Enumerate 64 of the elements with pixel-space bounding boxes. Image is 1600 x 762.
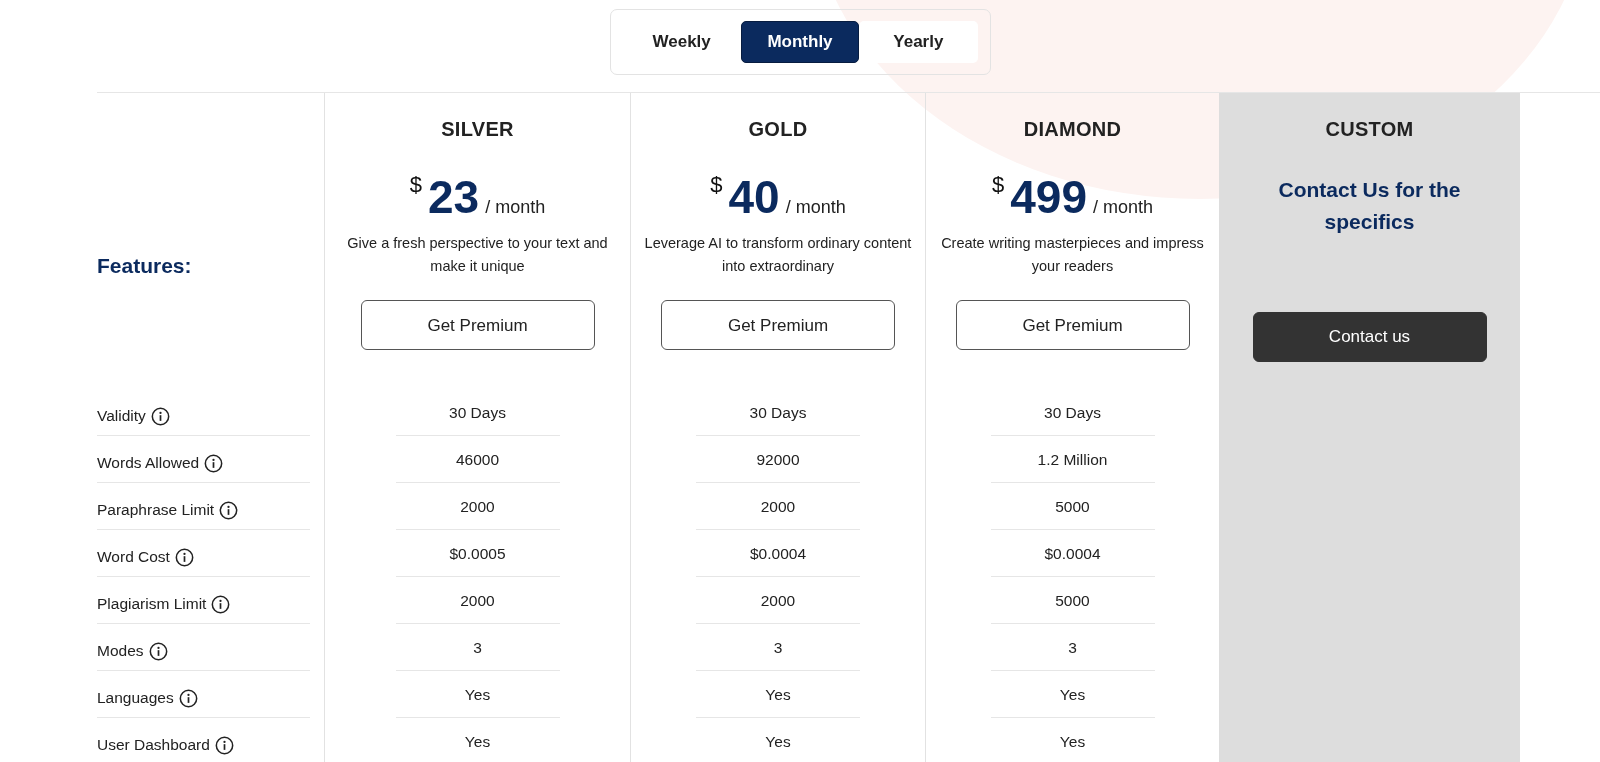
info-icon[interactable] — [148, 641, 168, 661]
currency-symbol: $ — [710, 174, 723, 196]
billing-tab[interactable]: Yearly — [859, 21, 978, 63]
plan-name: DIAMOND — [1023, 117, 1122, 142]
feature-value: Yes — [395, 671, 560, 718]
feature-value: 5000 — [990, 483, 1155, 530]
info-icon[interactable] — [219, 500, 239, 520]
plan-description: Give a fresh perspective to your text and make it unique — [346, 234, 609, 277]
feature-value: 1.2 Million — [990, 436, 1155, 483]
feature-label: User Dashboard — [97, 735, 210, 756]
plan-name: CUSTOM — [1325, 117, 1414, 142]
plan-name: GOLD — [748, 117, 808, 142]
feature-value: Yes — [990, 671, 1155, 718]
feature-value: Yes — [395, 718, 560, 762]
plan-price: 499 — [1010, 174, 1087, 220]
plan-price: 23 — [428, 174, 480, 220]
feature-value: 3 — [990, 624, 1155, 671]
feature-value: Yes — [990, 718, 1155, 762]
contact-note: Contact Us for the specifics — [1277, 177, 1462, 235]
feature-value: $0.0004 — [990, 530, 1155, 577]
feature-value: 2000 — [696, 577, 860, 624]
info-icon[interactable] — [204, 453, 224, 473]
currency-symbol: $ — [992, 174, 1005, 196]
feature-label: Modes — [97, 641, 144, 662]
feature-label: Words Allowed — [97, 453, 200, 474]
feature-value: $0.0004 — [696, 530, 860, 577]
feature-value: 30 Days — [990, 389, 1155, 436]
feature-value: 30 Days — [395, 389, 560, 436]
feature-value: 46000 — [395, 436, 560, 483]
feature-label: Paraphrase Limit — [97, 500, 215, 521]
price-period: / month — [485, 198, 546, 219]
feature-value: Yes — [696, 671, 860, 718]
price-period: / month — [1093, 198, 1153, 219]
feature-label: Plagiarism Limit — [97, 594, 207, 615]
feature-value: 5000 — [990, 577, 1155, 624]
info-icon[interactable] — [174, 547, 194, 567]
feature-value: 2000 — [696, 483, 860, 530]
feature-value: 3 — [395, 624, 560, 671]
info-icon[interactable] — [150, 406, 170, 426]
feature-value: 92000 — [696, 436, 860, 483]
feature-value: Yes — [696, 718, 860, 762]
feature-value: $0.0005 — [395, 530, 560, 577]
feature-value: 30 Days — [696, 389, 860, 436]
billing-tab[interactable]: Monthly — [740, 21, 860, 63]
currency-symbol: $ — [409, 174, 422, 196]
feature-label: Validity — [97, 406, 146, 427]
feature-label: Languages — [97, 688, 174, 709]
info-icon[interactable] — [214, 735, 234, 755]
get-premium-button[interactable]: Get Premium — [661, 300, 895, 351]
feature-value: 2000 — [395, 483, 560, 530]
features-heading: Features: — [97, 253, 192, 280]
info-icon[interactable] — [178, 688, 198, 708]
feature-label: Word Cost — [97, 547, 170, 568]
plan-description: Leverage AI to transform ordinary content into extraordinary — [643, 234, 913, 277]
info-icon[interactable] — [211, 594, 231, 614]
plan-price: 40 — [728, 174, 780, 220]
get-premium-button[interactable]: Get Premium — [955, 300, 1190, 351]
plan-name: SILVER — [441, 117, 514, 142]
contact-button[interactable]: Contact us — [1252, 312, 1487, 362]
feature-value: 3 — [696, 624, 860, 671]
feature-value: 2000 — [395, 577, 560, 624]
plan-description: Create writing masterpieces and impress your readers — [940, 234, 1205, 277]
price-period: / month — [785, 198, 846, 219]
get-premium-button[interactable]: Get Premium — [360, 300, 595, 351]
